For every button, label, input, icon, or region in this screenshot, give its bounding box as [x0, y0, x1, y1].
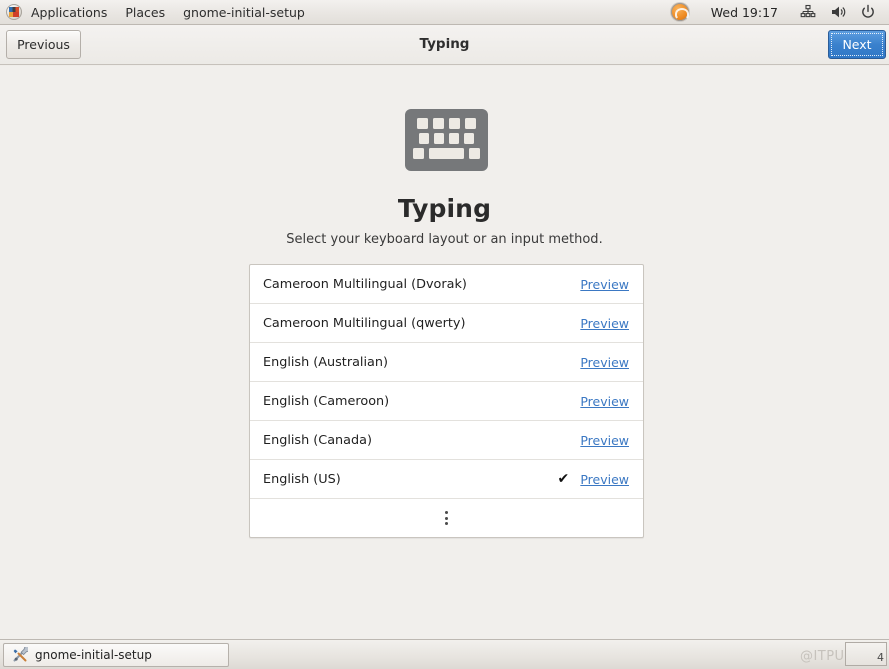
volume-button[interactable]	[823, 0, 853, 24]
list-item-label: English (US)	[263, 471, 341, 487]
list-item-cameroon-multilingual-dvorak[interactable]: Cameroon Multilingual (Dvorak) ✔ Preview	[250, 265, 643, 304]
list-item-english-australian[interactable]: English (Australian) ✔ Preview	[250, 343, 643, 382]
user-avatar-button[interactable]	[664, 0, 696, 24]
taskbar: gnome-initial-setup @ITPUB博客 4	[0, 639, 889, 669]
power-button[interactable]	[853, 0, 883, 24]
clock-label: Wed 19:17	[710, 4, 778, 20]
network-button[interactable]	[793, 0, 823, 24]
network-icon	[800, 4, 816, 18]
preview-link[interactable]: Preview	[580, 355, 629, 370]
preview-link[interactable]: Preview	[580, 277, 629, 292]
keyboard-spacebar-key	[428, 148, 465, 159]
keyboard-key	[417, 118, 428, 129]
header-bar: Previous Typing Next	[0, 25, 889, 65]
top-menu-bar: Applications Places gnome-initial-setup …	[0, 0, 889, 25]
keyboard-key	[465, 118, 476, 129]
menu-bar-tray-group: Wed 19:17	[664, 0, 889, 24]
keyboard-key	[449, 118, 460, 129]
keyboard-key	[433, 118, 444, 129]
tools-icon	[12, 645, 30, 663]
page-title: Typing	[397, 194, 492, 223]
keyboard-key	[469, 148, 480, 159]
menu-item-gnome-initial-setup-label: gnome-initial-setup	[183, 4, 305, 20]
page-header-title: Typing	[419, 36, 470, 52]
menu-item-places[interactable]: Places	[116, 0, 174, 24]
list-item-label: Cameroon Multilingual (Dvorak)	[263, 276, 467, 292]
keyboard-icon-row-1	[413, 118, 480, 129]
list-item-english-canada[interactable]: English (Canada) ✔ Preview	[250, 421, 643, 460]
keyboard-key	[464, 133, 474, 144]
power-icon	[862, 4, 874, 18]
taskbar-window-button-gnome-initial-setup[interactable]: gnome-initial-setup	[3, 642, 229, 667]
more-dots-icon	[444, 511, 448, 525]
fedora-logo-icon[interactable]	[6, 4, 22, 20]
preview-link[interactable]: Preview	[580, 394, 629, 409]
workspace-number-label: 4	[877, 651, 884, 664]
keyboard-key	[413, 148, 424, 159]
preview-link[interactable]: Preview	[580, 316, 629, 331]
main-content: Typing Select your keyboard layout or an…	[0, 66, 889, 639]
workspace-switcher[interactable]: 4	[845, 642, 887, 666]
menu-item-places-label: Places	[125, 4, 166, 20]
menu-item-applications-label: Applications	[31, 4, 108, 20]
keyboard-icon	[405, 109, 488, 171]
clock-button[interactable]: Wed 19:17	[696, 0, 793, 24]
keyboard-icon-row-3	[413, 148, 480, 159]
list-item-label: English (Cameroon)	[263, 393, 390, 409]
keyboard-key	[449, 133, 459, 144]
keyboard-layout-list: Cameroon Multilingual (Dvorak) ✔ Preview…	[249, 264, 644, 538]
next-button[interactable]: Next	[828, 30, 886, 59]
list-item-english-us[interactable]: English (US) ✔ Preview	[250, 460, 643, 499]
menu-item-gnome-initial-setup[interactable]: gnome-initial-setup	[174, 0, 314, 24]
keyboard-key	[434, 133, 444, 144]
selected-check-icon: ✔	[557, 471, 570, 487]
preview-link[interactable]: Preview	[580, 472, 629, 487]
preview-link[interactable]: Preview	[580, 433, 629, 448]
volume-icon	[832, 6, 846, 18]
taskbar-window-label: gnome-initial-setup	[35, 647, 152, 662]
page-subtitle: Select your keyboard layout or an input …	[286, 232, 603, 247]
list-item-cameroon-multilingual-qwerty[interactable]: Cameroon Multilingual (qwerty) ✔ Preview	[250, 304, 643, 343]
user-avatar-icon	[670, 3, 689, 21]
menu-bar-left-group: Applications Places gnome-initial-setup	[0, 0, 314, 24]
list-item-english-cameroon[interactable]: English (Cameroon) ✔ Preview	[250, 382, 643, 421]
keyboard-icon-row-2	[413, 133, 480, 144]
list-item-label: English (Canada)	[263, 432, 372, 448]
list-item-label: Cameroon Multilingual (qwerty)	[263, 315, 466, 331]
menu-item-applications[interactable]: Applications	[22, 0, 116, 24]
keyboard-key	[419, 133, 429, 144]
show-more-layouts-row[interactable]	[250, 499, 643, 537]
list-item-label: English (Australian)	[263, 354, 388, 370]
